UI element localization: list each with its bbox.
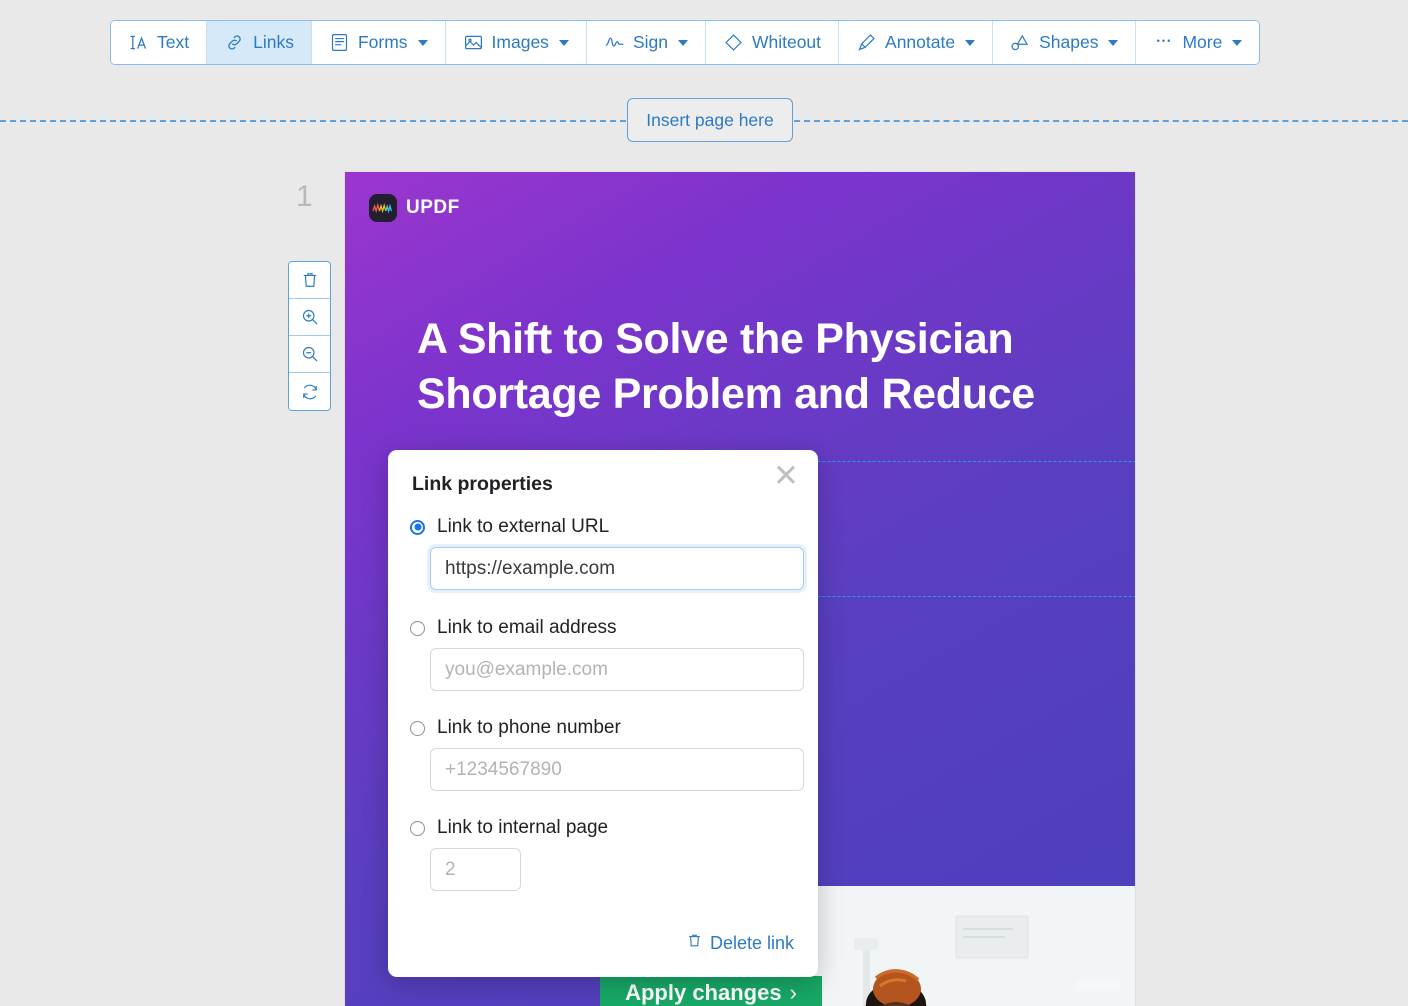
shapes-icon (1010, 32, 1031, 53)
link-icon (224, 32, 245, 53)
toolbar-item-images[interactable]: Images (445, 21, 587, 64)
delete-link-label: Delete link (709, 932, 794, 953)
toolbar-item-sign[interactable]: Sign (586, 21, 706, 64)
ellipsis-icon (1153, 32, 1174, 53)
chevron-down-icon (965, 39, 976, 46)
radio-external-url[interactable] (410, 519, 425, 535)
insert-page-label: Insert page here (646, 109, 774, 130)
email-address-input[interactable] (430, 648, 804, 691)
insert-page-here-button[interactable]: Insert page here (627, 98, 793, 142)
toolbar-item-forms[interactable]: Forms (311, 21, 446, 64)
toolbar-item-more[interactable]: More (1136, 21, 1260, 64)
toolbar-item-label: Sign (632, 32, 668, 52)
delete-page-button[interactable] (289, 262, 330, 299)
external-url-input[interactable] (430, 547, 804, 590)
chevron-down-icon (1108, 39, 1119, 46)
option-label: Link to external URL (437, 516, 610, 537)
app-root: Text Links Forms Images Sign Whiteout An… (0, 0, 1408, 1006)
option-email-address[interactable]: Link to email address (410, 617, 617, 639)
eraser-icon (723, 32, 744, 53)
divider-line-left (0, 120, 626, 122)
toolbar-item-label: Text (157, 32, 190, 52)
rotate-icon (300, 382, 320, 402)
forms-icon (329, 32, 350, 53)
toolbar-item-label: Shapes (1039, 32, 1099, 52)
delete-link-button[interactable]: Delete link (686, 932, 794, 954)
option-phone-number[interactable]: Link to phone number (410, 717, 621, 739)
updf-logo: UPDF (369, 194, 460, 222)
chevron-down-icon (558, 39, 569, 46)
option-external-url[interactable]: Link to external URL (410, 516, 609, 538)
edit-toolbar: Text Links Forms Images Sign Whiteout An… (110, 20, 1261, 65)
link-properties-dialog: Link properties ✕ Link to external URL L… (388, 450, 818, 977)
image-icon (463, 32, 484, 53)
toolbar-item-annotate[interactable]: Annotate (839, 21, 994, 64)
radio-phone-number[interactable] (410, 720, 425, 736)
option-label: Link to email address (437, 617, 617, 638)
toolbar-item-label: Annotate (885, 32, 956, 52)
radio-internal-page[interactable] (410, 820, 425, 836)
signature-icon (604, 32, 625, 53)
toolbar-item-text[interactable]: Text (111, 21, 208, 64)
trash-icon (686, 932, 703, 954)
toolbar-item-whiteout[interactable]: Whiteout (705, 21, 840, 64)
zoom-out-page-button[interactable] (289, 336, 330, 373)
chevron-down-icon (1232, 39, 1243, 46)
internal-page-input[interactable] (430, 848, 521, 891)
updf-brand-label: UPDF (406, 197, 460, 218)
updf-mark-icon (369, 194, 397, 222)
highlighter-icon (856, 32, 877, 53)
trash-icon (300, 270, 320, 290)
chevron-down-icon (417, 39, 428, 46)
toolbar-item-links[interactable]: Links (207, 21, 312, 64)
toolbar-item-label: Images (491, 32, 549, 52)
page-number: 1 (296, 180, 313, 213)
phone-number-input[interactable] (430, 748, 804, 791)
divider-line-right (794, 120, 1408, 122)
close-icon[interactable]: ✕ (768, 458, 804, 494)
toolbar-item-label: More (1182, 32, 1223, 52)
page-tools-strip (288, 261, 331, 411)
chevron-down-icon (677, 39, 688, 46)
page-hero-title: A Shift to Solve the Physician Shortage … (417, 315, 1035, 419)
apply-changes-label: Apply changes (625, 980, 782, 1005)
dialog-title: Link properties (412, 473, 553, 495)
chevron-right-icon: › (789, 980, 797, 1005)
toolbar-item-shapes[interactable]: Shapes (993, 21, 1137, 64)
zoom-in-page-button[interactable] (289, 299, 330, 336)
radio-email-address[interactable] (410, 620, 425, 636)
zoom-out-icon (300, 344, 320, 364)
option-label: Link to internal page (437, 817, 609, 838)
rotate-page-button[interactable] (289, 373, 330, 410)
zoom-in-icon (300, 307, 320, 327)
text-format-icon (128, 32, 149, 53)
toolbar-item-label: Links (253, 32, 294, 52)
toolbar-item-label: Whiteout (751, 32, 822, 52)
option-label: Link to phone number (437, 717, 621, 738)
toolbar-item-label: Forms (357, 32, 408, 52)
apply-changes-button[interactable]: Apply changes › (600, 976, 822, 1006)
option-internal-page[interactable]: Link to internal page (410, 817, 608, 839)
